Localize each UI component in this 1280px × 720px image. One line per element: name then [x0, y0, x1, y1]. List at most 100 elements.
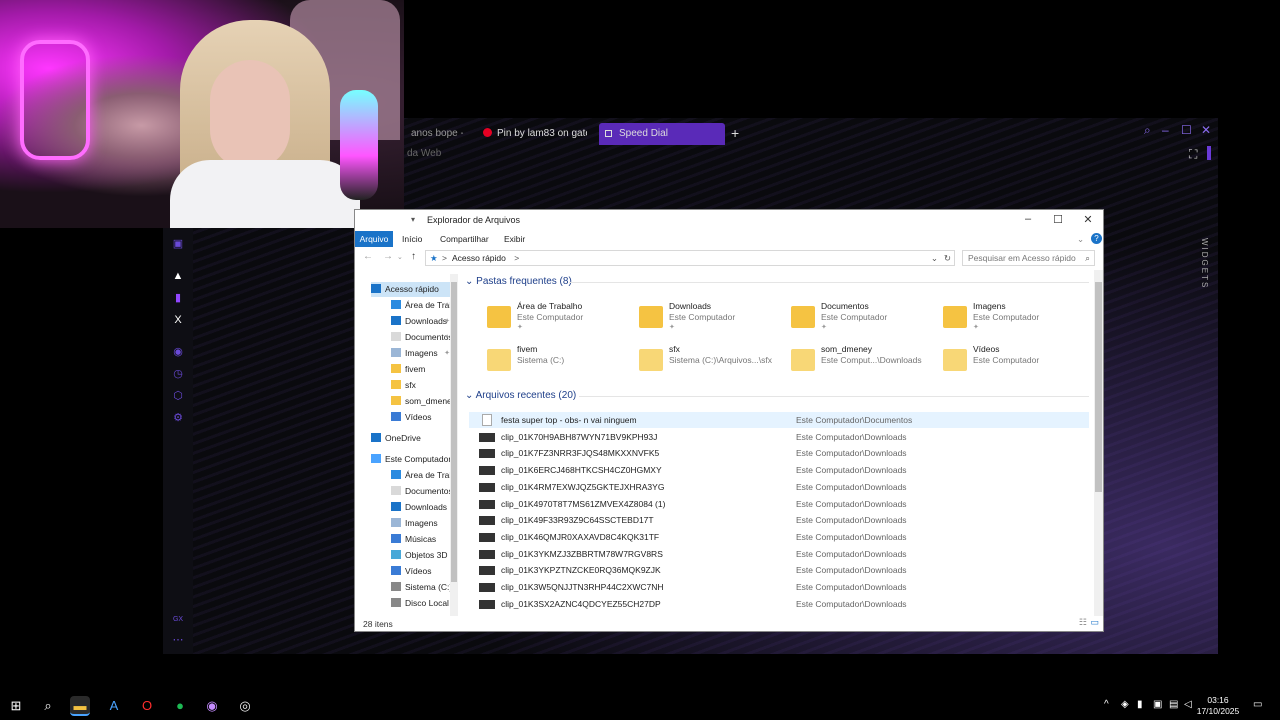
nav-item[interactable]: Acesso rápido	[371, 282, 450, 297]
recent-locations-icon[interactable]: ⌄	[397, 253, 403, 261]
nav-scroll-thumb[interactable]	[451, 282, 457, 582]
search-input[interactable]: Pesquisar em Acesso rápido ⌕	[962, 250, 1095, 266]
maximize-button[interactable]: ☐	[1043, 213, 1073, 226]
ribbon-tab-view[interactable]: Exibir	[504, 231, 525, 247]
arc-icon[interactable]: ▲	[172, 270, 184, 282]
forward-icon[interactable]: →	[383, 251, 393, 262]
nav-item[interactable]: Vídeos	[391, 564, 450, 579]
address-box[interactable]: ★ > Acesso rápido > ⌄ ↻	[425, 250, 955, 266]
recent-file-row[interactable]: clip_01K3YKMZJ3ZBBRTM78W7RGV8RS Este Comp…	[469, 546, 1089, 562]
search-icon[interactable]: ⌕	[1144, 123, 1151, 138]
nav-item[interactable]: Vídeos	[391, 410, 450, 425]
microphone-icon[interactable]: ▮	[1137, 699, 1143, 710]
recent-file-row[interactable]: clip_01K70H9ABH87WYN71BV9KPH93J Este Comp…	[469, 429, 1089, 445]
minimize-icon[interactable]: –	[1162, 123, 1169, 137]
nav-item[interactable]: Área de Trabalho	[391, 468, 458, 483]
frequent-folder-tile[interactable]: Imagens Este Computador ✦	[943, 300, 1083, 338]
nav-item[interactable]: Imagens ✦	[391, 346, 450, 361]
frequent-folder-tile[interactable]: fivem Sistema (C:)	[487, 343, 627, 381]
recent-file-row[interactable]: clip_01K46QMJR0XAXAVD8C4KQK31TF Este Comp…	[469, 529, 1089, 545]
display-icon[interactable]: ▣	[1153, 699, 1162, 710]
frequent-folder-tile[interactable]: Downloads Este Computador ✦	[639, 300, 779, 338]
obs-icon[interactable]: ◎	[235, 696, 255, 716]
expand-ribbon-icon[interactable]: ⌄	[1077, 231, 1084, 247]
app-a-icon[interactable]: A	[104, 696, 124, 716]
address-bar[interactable]: da Web	[407, 148, 441, 159]
close-button[interactable]: ✕	[1073, 213, 1103, 226]
frequent-folder-tile[interactable]: sfx Sistema (C:)\Arquivos...\sfx	[639, 343, 779, 381]
tray-app-icon[interactable]: ◈	[1121, 699, 1129, 710]
spotify-icon[interactable]: ●	[170, 696, 190, 716]
notifications-icon[interactable]: ▭	[1253, 699, 1262, 710]
recent-file-row[interactable]: clip_01K4970T8T7MS61ZMVEX4Z8084 (1) Este …	[469, 496, 1089, 512]
windows-start-icon[interactable]: ⊞	[6, 696, 26, 716]
frequent-folder-tile[interactable]: som_dmeney Este Comput...\Downloads	[791, 343, 931, 381]
nav-item[interactable]: fivem	[391, 362, 450, 377]
file-explorer-icon[interactable]: ▬	[70, 696, 90, 716]
recent-file-row[interactable]: clip_01K7FZ3NRR3FJQS48MKXXNVFK5 Este Comp…	[469, 445, 1089, 461]
content-scroll-thumb[interactable]	[1095, 282, 1102, 492]
settings-icon[interactable]: ⚙	[172, 412, 184, 424]
recent-file-row[interactable]: festa super top - obs- n vai ninguem Este…	[469, 412, 1089, 428]
x-icon[interactable]: X	[172, 314, 184, 326]
tab-speed-dial[interactable]: Speed Dial	[599, 123, 725, 145]
search-icon[interactable]: ⌕	[38, 696, 58, 716]
close-icon[interactable]: ✕	[1201, 123, 1211, 137]
recent-file-row[interactable]: clip_01K3YKPZTNZCKE0RQ36MQK9ZJK Este Comp…	[469, 562, 1089, 578]
nav-item[interactable]: Músicas	[391, 532, 450, 547]
minimize-button[interactable]: –	[1013, 213, 1043, 225]
nav-item[interactable]: Este Computador	[371, 452, 451, 467]
help-icon[interactable]: ?	[1091, 233, 1102, 244]
opera-gx-icon[interactable]: O	[137, 696, 157, 716]
frequent-folder-tile[interactable]: Área de Trabalho Este Computador ✦	[487, 300, 627, 338]
nav-item[interactable]: Downloads	[391, 500, 450, 515]
nav-scrollbar[interactable]	[450, 274, 458, 616]
nav-item[interactable]: Objetos 3D	[391, 548, 450, 563]
frequent-folder-tile[interactable]: Vídeos Este Computador	[943, 343, 1083, 381]
clock[interactable]: 03:16 17/10/2025	[1195, 695, 1241, 717]
snapshot-icon[interactable]: ⛶	[1189, 147, 1197, 162]
nav-item[interactable]: sfx	[391, 378, 450, 393]
messenger-icon[interactable]: ▣	[172, 238, 184, 250]
ribbon-tab-file[interactable]: Arquivo	[355, 231, 393, 247]
nav-item[interactable]: Disco Local (D:)	[391, 596, 458, 611]
details-view-icon[interactable]: ☷	[1079, 617, 1087, 628]
nav-item[interactable]: Documentos ✦	[391, 330, 453, 345]
recent-file-row[interactable]: clip_01K6ERCJ468HTKCSH4CZ0HGMXY Este Comp…	[469, 462, 1089, 478]
tab-anos-bope[interactable]: anos bope - P	[403, 123, 463, 145]
ribbon-tab-share[interactable]: Compartilhar	[440, 231, 489, 247]
history-icon[interactable]: ◷	[172, 368, 184, 380]
extensions-icon[interactable]: ⬡	[172, 390, 184, 402]
tray-overflow-icon[interactable]: ^	[1104, 699, 1109, 710]
quick-access-toolbar-icon[interactable]: ▾	[411, 215, 415, 224]
sidebar-toggle[interactable]	[1207, 146, 1211, 160]
recent-file-row[interactable]: clip_01K49F33R93Z9C64SSCTEBD17T Este Comp…	[469, 512, 1089, 528]
recent-file-row[interactable]: clip_01K3SX2AZNC4QDCYEZ55CH27DP Este Comp…	[469, 596, 1089, 612]
nav-item[interactable]: Sistema (C:)	[391, 580, 452, 595]
frequent-folders-header[interactable]: ⌄ Pastas frequentes (8)	[465, 276, 572, 287]
dropdown-icon[interactable]: ⌄	[931, 251, 938, 265]
nav-item[interactable]: Documentos	[391, 484, 453, 499]
gx-icon[interactable]: GX	[172, 614, 184, 626]
recent-file-row[interactable]: clip_01K4RM7EXWJQZ5GKTEJXHRA3YG Este Comp…	[469, 479, 1089, 495]
up-icon[interactable]: ↑	[411, 251, 416, 262]
discord-icon[interactable]: ◉	[202, 696, 222, 716]
nav-item[interactable]: Downloads ✦	[391, 314, 450, 329]
twitch-icon[interactable]: ▮	[172, 292, 184, 304]
maximize-icon[interactable]: ☐	[1181, 123, 1192, 137]
player-icon[interactable]: ◉	[172, 346, 184, 358]
frequent-folder-tile[interactable]: Documentos Este Computador ✦	[791, 300, 931, 338]
recent-files-header[interactable]: ⌄ Arquivos recentes (20)	[465, 390, 576, 401]
nav-item[interactable]: Imagens	[391, 516, 450, 531]
widgets-label[interactable]: WIDGETS	[1200, 238, 1209, 289]
refresh-icon[interactable]: ↻	[944, 251, 951, 265]
volume-icon[interactable]: ◁	[1184, 699, 1192, 710]
tiles-view-icon[interactable]: ▭	[1090, 617, 1099, 628]
ribbon-tab-home[interactable]: Início	[402, 231, 422, 247]
recent-file-row[interactable]: clip_01K3W5QNJJTN3RHP44C2XWC7NH Este Comp…	[469, 579, 1089, 595]
network-icon[interactable]: ▤	[1169, 699, 1178, 710]
content-scrollbar[interactable]	[1094, 270, 1103, 616]
nav-item[interactable]: som_dmeney	[391, 394, 456, 409]
nav-item[interactable]: OneDrive	[371, 431, 450, 446]
tab-pin[interactable]: Pin by lam83 on gateau	[475, 123, 587, 145]
